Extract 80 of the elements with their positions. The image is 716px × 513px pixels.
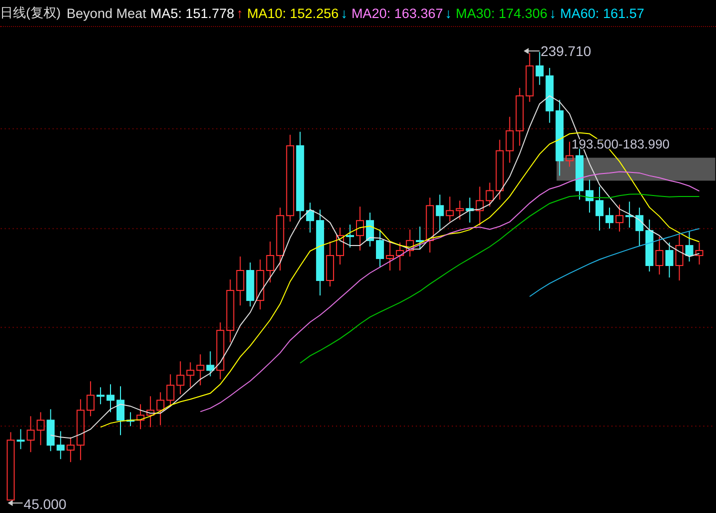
candlestick [406, 229, 414, 258]
candlestick [116, 386, 124, 436]
candlestick [586, 179, 594, 214]
candlestick [546, 67, 554, 124]
candlestick [685, 231, 694, 262]
candlestick [176, 360, 184, 395]
candlestick [655, 236, 664, 275]
candlestick [346, 224, 354, 248]
candlestick [126, 412, 134, 427]
candlestick [376, 229, 384, 268]
candlestick [156, 392, 164, 426]
candlestick [396, 242, 404, 271]
candlestick [36, 412, 45, 446]
candlestick [615, 204, 624, 232]
candlestick [336, 227, 344, 265]
candlestick [196, 354, 204, 386]
candlestick [416, 226, 424, 250]
candlestick [476, 186, 484, 226]
candlestick [216, 322, 224, 380]
trend-arrow: ↓ [340, 6, 348, 20]
candlestick [356, 206, 364, 252]
moving-average-value: MA20: 163.367 [351, 6, 444, 20]
candlestick [16, 428, 25, 450]
candlestick [466, 197, 474, 224]
candlestick [506, 116, 514, 164]
candlestick [266, 241, 274, 283]
candlestick [695, 242, 704, 265]
leader-line [8, 500, 24, 506]
candlestick [276, 207, 284, 271]
candlestick [106, 384, 114, 413]
candlestick [326, 241, 334, 287]
trend-arrow: ↓ [445, 6, 452, 20]
candlestick [426, 197, 434, 254]
candlestick [366, 212, 374, 248]
candlestick [6, 432, 15, 501]
candlestick [496, 139, 504, 200]
stock-name: Beyond Meat [66, 6, 146, 20]
candlestick [456, 200, 464, 220]
candlestick [675, 234, 684, 281]
candlestick [665, 242, 674, 278]
candlestick [186, 362, 194, 388]
candlestick [486, 182, 494, 208]
candlestick [56, 430, 65, 460]
candlestick [206, 350, 214, 377]
trend-arrow: ↑ [236, 6, 244, 20]
candlestick [166, 374, 174, 407]
candlestick [96, 386, 105, 405]
candlestick [236, 256, 244, 306]
moving-average-value: MA60: 161.57 [560, 6, 644, 20]
leader-line [524, 48, 540, 54]
candlestick [256, 259, 264, 310]
candlestick [76, 398, 85, 461]
high-price-label: 239.710 [540, 42, 592, 59]
candlestick [66, 436, 75, 463]
candlestick [136, 404, 144, 430]
moving-average-value: MA10: 152.256 [247, 6, 339, 20]
candlestick [306, 202, 314, 234]
candlestick [596, 186, 604, 232]
trend-arrow: ↓ [549, 6, 556, 20]
candlestick [635, 207, 644, 246]
candlestick [46, 408, 55, 452]
candlestick [246, 262, 254, 307]
candlestick [446, 196, 454, 222]
period-label: 日线(复权) [0, 4, 61, 22]
candlestick [645, 219, 654, 272]
candlestick [576, 147, 584, 200]
candlestick [566, 141, 574, 168]
candlestick [526, 52, 534, 102]
moving-average-value: MA30: 174.306 [456, 6, 548, 20]
candlestick [386, 241, 394, 271]
candlestick [226, 278, 234, 343]
candlestick [86, 380, 95, 417]
moving-average-value: MA5: 151.778 [150, 6, 234, 20]
candlestick [146, 396, 154, 428]
low-price-label: 45.000 [24, 496, 66, 512]
candlestick [26, 416, 35, 453]
candlestick [606, 207, 614, 230]
candlestick [625, 201, 634, 228]
candlestick [436, 194, 444, 232]
candlestick [516, 87, 524, 146]
